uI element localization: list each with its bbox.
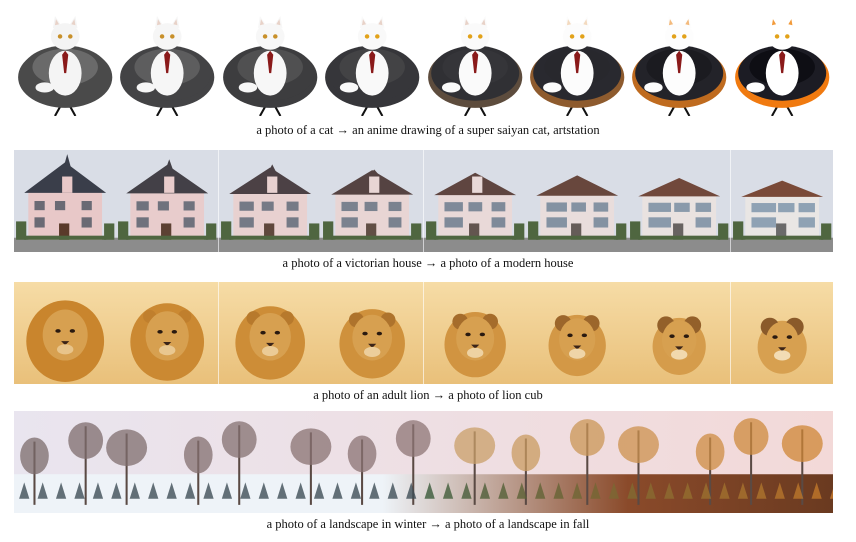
lion-image-strip bbox=[14, 282, 833, 384]
lion-frame-7 bbox=[628, 282, 731, 384]
house-frame-4 bbox=[321, 150, 424, 252]
house-frame-1 bbox=[14, 150, 117, 252]
house-frame-5 bbox=[423, 150, 526, 252]
caption-house: a photo of a victorian house → a photo o… bbox=[282, 256, 574, 270]
lion-frame-5 bbox=[423, 282, 526, 384]
cat-frame-2 bbox=[116, 14, 219, 116]
caption-landscape: a photo of a landscape in winter → a pho… bbox=[266, 517, 590, 531]
cat-frame-8 bbox=[730, 14, 833, 116]
caption-lion: a photo of an adult lion → a photo of li… bbox=[313, 388, 543, 402]
lion-frame-2 bbox=[116, 282, 219, 384]
lion-frame-8 bbox=[730, 282, 833, 384]
house-frame-3 bbox=[218, 150, 322, 252]
landscape-image-strip bbox=[14, 411, 833, 513]
cat-frame-3 bbox=[218, 14, 322, 116]
house-frame-8 bbox=[730, 150, 833, 252]
house-frame-7 bbox=[628, 150, 731, 252]
caption-cat: a photo of a cat → an anime drawing of a… bbox=[256, 123, 600, 137]
house-image-strip bbox=[14, 150, 833, 252]
lion-frame-1 bbox=[14, 282, 117, 384]
cat-frame-4 bbox=[321, 14, 424, 116]
cat-frame-7 bbox=[628, 14, 731, 116]
lion-frame-6 bbox=[525, 282, 629, 384]
cat-frame-1 bbox=[14, 14, 117, 116]
landscape-panorama bbox=[14, 411, 833, 513]
cat-frame-6 bbox=[525, 14, 629, 116]
lion-frame-4 bbox=[321, 282, 424, 384]
cat-image-strip bbox=[14, 14, 833, 116]
cat-frame-5 bbox=[423, 14, 526, 116]
house-frame-6 bbox=[525, 150, 629, 252]
figure: a photo of a cat → an anime drawing of a… bbox=[0, 0, 856, 542]
house-frame-2 bbox=[116, 150, 219, 252]
lion-frame-3 bbox=[218, 282, 322, 384]
